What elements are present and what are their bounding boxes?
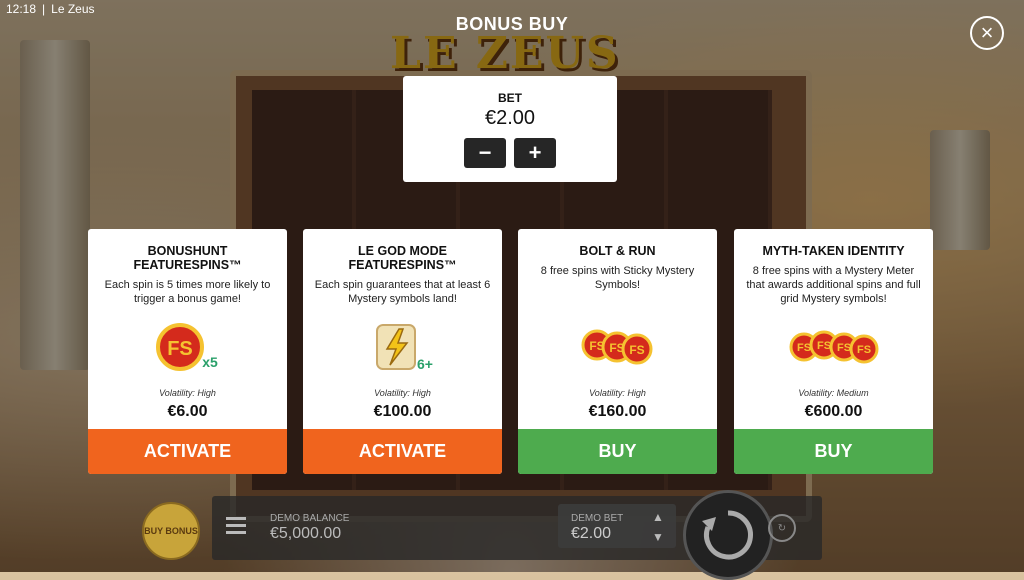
multiplier-label: x5 <box>202 354 218 370</box>
card-title: BOLT & RUN <box>579 244 656 258</box>
card-volatility: Volatility: High <box>374 388 431 398</box>
modal-title: BONUS BUY <box>455 14 569 34</box>
bet-panel: BET €2.00 − + <box>403 76 617 182</box>
svg-text:FS: FS <box>609 341 624 355</box>
fs-coins-3-icon: FS FS FS <box>518 317 717 377</box>
bonus-card-bonushunt: BONUSHUNT FEATURESPINS™ Each spin is 5 t… <box>88 229 287 474</box>
svg-text:FS: FS <box>167 338 193 360</box>
card-volatility: Volatility: Medium <box>798 388 869 398</box>
spin-icon <box>702 510 753 560</box>
bet-label: BET <box>498 91 522 105</box>
buy-bonus-button[interactable]: BUY BONUS <box>142 502 200 560</box>
multiplier-label: 6+ <box>417 356 433 372</box>
card-title: LE GOD MODE FEATURESPINS™ <box>348 244 457 272</box>
card-price: €600.00 <box>804 403 863 420</box>
autoplay-icon[interactable]: ↻ <box>768 514 796 542</box>
svg-text:FS: FS <box>796 342 810 354</box>
bonus-card-bolt-run: BOLT & RUN 8 free spins with Sticky Myst… <box>518 229 717 474</box>
card-description: Each spin is 5 times more likely to trig… <box>104 279 271 305</box>
mystery-scroll-6plus-icon: 6+ <box>303 317 502 377</box>
bet-value: €2.00 <box>484 107 536 129</box>
bonus-card-god-mode: LE GOD MODE FEATURESPINS™ Each spin guar… <box>303 229 502 474</box>
bet-increase-button[interactable]: + <box>514 138 556 168</box>
bonus-card-myth-taken: MYTH-TAKEN IDENTITY 8 free spins with a … <box>734 229 933 474</box>
card-price: €160.00 <box>588 403 647 420</box>
svg-text:FS: FS <box>589 339 604 353</box>
balance-value: €5,000.00 <box>270 525 342 542</box>
chevron-up-icon[interactable]: ▲ <box>652 510 664 524</box>
card-description: Each spin guarantees that at least 6 Mys… <box>314 279 491 305</box>
card-title: BONUSHUNT FEATURESPINS™ <box>133 244 242 272</box>
bet-decrease-button[interactable]: − <box>464 138 506 168</box>
card-description: 8 free spins with a Mystery Meter that a… <box>746 265 921 305</box>
activate-button[interactable]: ACTIVATE <box>88 429 287 474</box>
card-volatility: Volatility: High <box>159 388 216 398</box>
card-price: €100.00 <box>373 403 432 420</box>
card-title: MYTH-TAKEN IDENTITY <box>762 244 905 258</box>
close-icon[interactable]: × <box>970 16 1004 50</box>
svg-text:FS: FS <box>836 342 850 354</box>
svg-text:FS: FS <box>816 340 830 352</box>
svg-text:FS: FS <box>629 343 644 357</box>
activate-button[interactable]: ACTIVATE <box>303 429 502 474</box>
card-price: €6.00 <box>167 403 208 420</box>
chevron-down-icon[interactable]: ▼ <box>652 530 664 544</box>
fs-coins-4-icon: FS FS FS FS <box>734 317 933 377</box>
card-description: 8 free spins with Sticky Mystery Symbols… <box>540 265 695 291</box>
buy-button[interactable]: BUY <box>518 429 717 474</box>
balance-label: DEMO BALANCE <box>270 513 350 524</box>
svg-text:FS: FS <box>856 344 870 356</box>
fs-coin-x5-icon: FS x5 <box>88 317 287 377</box>
spin-button[interactable] <box>683 490 773 580</box>
demo-bet-value: €2.00 <box>571 525 612 542</box>
demo-bet-label: DEMO BET <box>571 513 624 524</box>
card-volatility: Volatility: High <box>589 388 646 398</box>
menu-icon[interactable] <box>226 517 246 534</box>
buy-button[interactable]: BUY <box>734 429 933 474</box>
